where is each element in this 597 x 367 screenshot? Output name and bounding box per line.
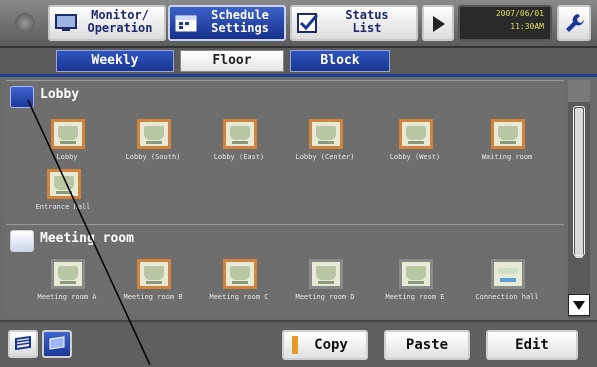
list-view-button[interactable] (42, 330, 72, 358)
checklist-icon (297, 13, 319, 33)
unit-item[interactable]: Connection hall (464, 259, 550, 316)
indoor-unit-icon (399, 259, 433, 289)
bottom-bar: Copy Paste Edit (0, 320, 597, 367)
layers-outline-icon (15, 335, 31, 351)
group-title: Meeting room (40, 231, 134, 246)
indoor-unit-icon (223, 259, 257, 289)
unit-item[interactable]: Meeting room E (372, 259, 458, 316)
status-list-label: Status List (345, 8, 389, 35)
schedule-settings-label: Schedule Settings (211, 8, 269, 35)
group-view-button[interactable] (8, 330, 38, 358)
top-bar: Monitor/ Operation Schedule Settings Sta… (0, 0, 597, 48)
scroll-thumb[interactable] (573, 106, 585, 256)
unit-item[interactable]: Meeting room B (110, 259, 196, 316)
status-list-button[interactable]: Status List (290, 5, 418, 41)
unit-name: Lobby (West) (389, 153, 441, 161)
play-icon (433, 16, 445, 32)
scroll-up-button[interactable] (568, 80, 590, 102)
unit-name: Connection hall (475, 293, 539, 301)
copy-button[interactable]: Copy (282, 330, 368, 360)
indoor-unit-icon (399, 119, 433, 149)
group-title: Lobby (40, 87, 80, 102)
clock-time: 11:30AM (510, 22, 544, 31)
indoor-unit-icon (491, 119, 525, 149)
monitor-operation-button[interactable]: Monitor/ Operation (48, 5, 166, 41)
unit-name: Waiting room (481, 153, 533, 161)
group-header[interactable]: Meeting room (6, 225, 564, 255)
indoor-unit-icon (309, 259, 343, 289)
scroll-down-button[interactable] (568, 294, 590, 316)
ventilation-unit-icon (491, 259, 525, 289)
unit-item[interactable]: Lobby (South) (110, 119, 196, 177)
copy-indicator-icon (292, 336, 298, 354)
tab-block[interactable]: Block (290, 50, 390, 72)
unit-item[interactable]: Entrance hall (20, 169, 106, 227)
clock-date: 2007/06/01 (495, 9, 544, 18)
indoor-unit-icon (47, 169, 81, 199)
triangle-down-icon (573, 301, 585, 310)
group-list: Lobby Lobby Lobby (South) Lobby (East) L… (6, 80, 564, 316)
indoor-unit-icon (51, 259, 85, 289)
view-tabs: Weekly Floor Block (0, 48, 597, 77)
unit-name: Lobby (Center) (295, 153, 355, 161)
unit-name: Meeting room E (385, 293, 445, 301)
edit-button[interactable]: Edit (486, 330, 578, 360)
tab-floor[interactable]: Floor (180, 50, 284, 72)
unit-name: Meeting room B (123, 293, 183, 301)
monitor-icon (55, 14, 77, 31)
unit-name: Meeting room C (209, 293, 269, 301)
copy-label: Copy (314, 337, 348, 353)
unit-item[interactable]: Meeting room A (24, 259, 110, 316)
paste-button[interactable]: Paste (384, 330, 470, 360)
wrench-icon (566, 14, 584, 32)
group-meeting-room: Meeting room Meeting room A Meeting room… (6, 224, 564, 316)
clock-display: 2007/06/01 11:30AM (458, 5, 552, 41)
unit-item[interactable]: Waiting room (464, 119, 550, 177)
logo-icon (8, 8, 42, 38)
calendar-icon (175, 15, 197, 32)
unit-item[interactable]: Meeting room C (196, 259, 282, 316)
group-select-icon[interactable] (10, 230, 34, 252)
group-select-icon[interactable] (10, 86, 34, 108)
group-header[interactable]: Lobby (6, 81, 564, 111)
unit-item[interactable]: Lobby (Center) (282, 119, 368, 177)
unit-item[interactable]: Lobby (West) (372, 119, 458, 177)
layers-filled-icon (49, 336, 65, 350)
monitor-operation-label: Monitor/ Operation (87, 8, 153, 35)
next-page-button[interactable] (422, 5, 454, 41)
unit-name: Lobby (South) (125, 153, 181, 161)
maintenance-button[interactable] (557, 5, 591, 41)
unit-name: Lobby (East) (213, 153, 265, 161)
indoor-unit-icon (309, 119, 343, 149)
touchscreen: Monitor/ Operation Schedule Settings Sta… (0, 0, 597, 367)
tab-weekly[interactable]: Weekly (56, 50, 174, 72)
unit-name: Meeting room D (295, 293, 355, 301)
group-lobby: Lobby Lobby Lobby (South) Lobby (East) L… (6, 80, 564, 223)
indoor-unit-icon (51, 119, 85, 149)
unit-item[interactable]: Meeting room D (282, 259, 368, 316)
vertical-scrollbar[interactable] (568, 80, 590, 318)
schedule-settings-button[interactable]: Schedule Settings (168, 5, 286, 41)
unit-name: Lobby (56, 153, 78, 161)
unit-name: Entrance hall (35, 203, 91, 211)
unit-name: Meeting room A (37, 293, 97, 301)
unit-item[interactable]: Lobby (East) (196, 119, 282, 177)
indoor-unit-icon (137, 259, 171, 289)
indoor-unit-icon (223, 119, 257, 149)
indoor-unit-icon (137, 119, 171, 149)
